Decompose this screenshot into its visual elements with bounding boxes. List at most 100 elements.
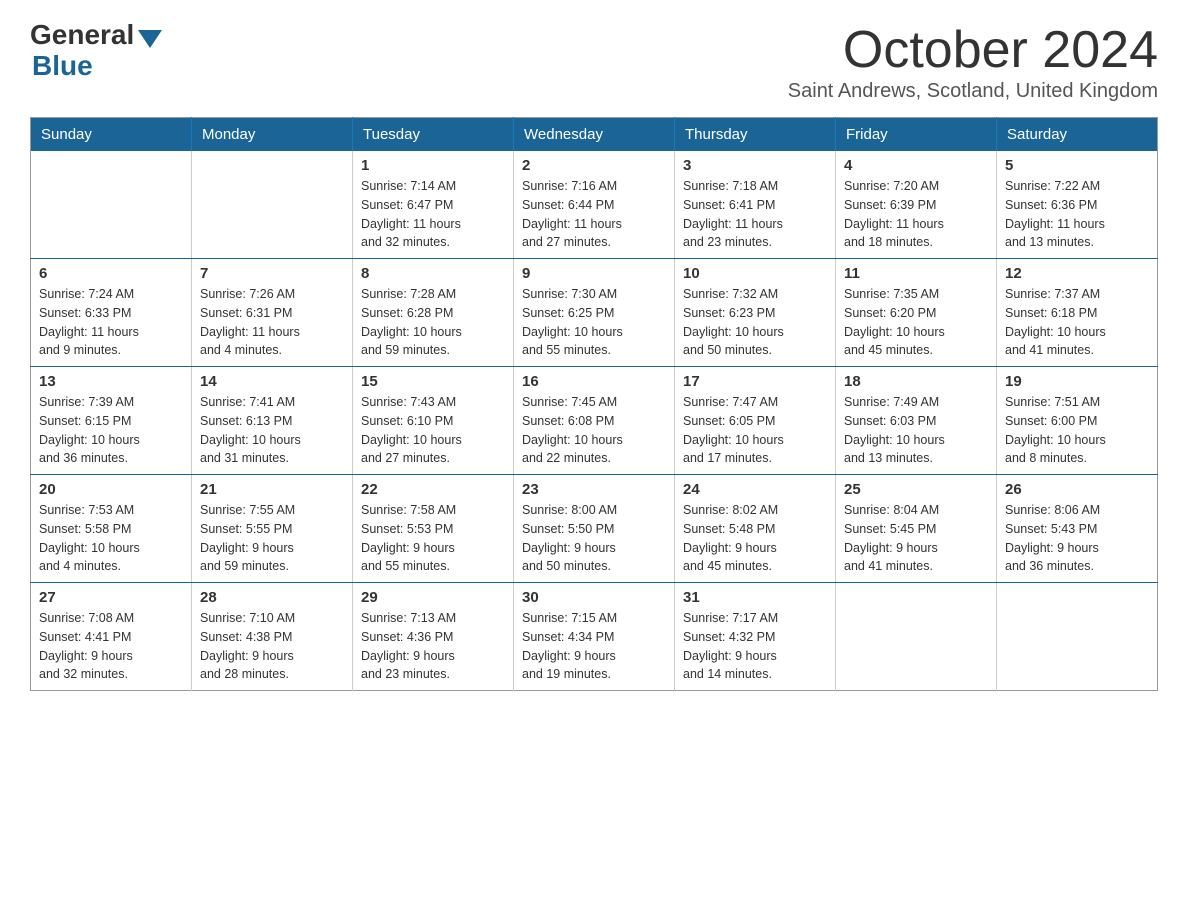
calendar-cell: 9 Sunrise: 7:30 AMSunset: 6:25 PMDaylight… xyxy=(514,259,675,367)
logo: General Blue xyxy=(30,20,162,82)
logo-arrow-icon xyxy=(138,30,162,48)
calendar-header-saturday: Saturday xyxy=(997,118,1158,152)
day-info: Sunrise: 7:30 AMSunset: 6:25 PMDaylight:… xyxy=(522,285,666,360)
day-info: Sunrise: 7:15 AMSunset: 4:34 PMDaylight:… xyxy=(522,609,666,684)
day-info: Sunrise: 8:00 AMSunset: 5:50 PMDaylight:… xyxy=(522,501,666,576)
day-info: Sunrise: 7:41 AMSunset: 6:13 PMDaylight:… xyxy=(200,393,344,468)
calendar-cell: 17Sunrise: 7:47 AMSunset: 6:05 PMDayligh… xyxy=(675,367,836,475)
calendar-cell: 12 Sunrise: 7:37 AMSunset: 6:18 PMDayligh… xyxy=(997,259,1158,367)
calendar-cell: 4Sunrise: 7:20 AMSunset: 6:39 PMDaylight… xyxy=(836,151,997,259)
day-info: Sunrise: 7:39 AMSunset: 6:15 PMDaylight:… xyxy=(39,393,183,468)
day-info: Sunrise: 7:24 AMSunset: 6:33 PMDaylight:… xyxy=(39,285,183,360)
calendar-cell: 26Sunrise: 8:06 AMSunset: 5:43 PMDayligh… xyxy=(997,475,1158,583)
calendar-cell: 8 Sunrise: 7:28 AMSunset: 6:28 PMDaylight… xyxy=(353,259,514,367)
calendar-header-sunday: Sunday xyxy=(31,118,192,152)
calendar-header-thursday: Thursday xyxy=(675,118,836,152)
day-number: 19 xyxy=(1005,373,1149,390)
calendar-cell: 18 Sunrise: 7:49 AMSunset: 6:03 PMDayligh… xyxy=(836,367,997,475)
calendar-cell: 24 Sunrise: 8:02 AMSunset: 5:48 PMDayligh… xyxy=(675,475,836,583)
day-info: Sunrise: 7:16 AMSunset: 6:44 PMDaylight:… xyxy=(522,177,666,252)
calendar-cell: 29Sunrise: 7:13 AMSunset: 4:36 PMDayligh… xyxy=(353,583,514,691)
day-number: 22 xyxy=(361,481,505,498)
day-number: 25 xyxy=(844,481,988,498)
day-info: Sunrise: 7:49 AMSunset: 6:03 PMDaylight:… xyxy=(844,393,988,468)
day-info: Sunrise: 7:35 AMSunset: 6:20 PMDaylight:… xyxy=(844,285,988,360)
calendar-cell: 5 Sunrise: 7:22 AMSunset: 6:36 PMDaylight… xyxy=(997,151,1158,259)
calendar-cell: 3 Sunrise: 7:18 AMSunset: 6:41 PMDaylight… xyxy=(675,151,836,259)
day-number: 5 xyxy=(1005,157,1149,174)
calendar-header-monday: Monday xyxy=(192,118,353,152)
day-info: Sunrise: 7:55 AMSunset: 5:55 PMDaylight:… xyxy=(200,501,344,576)
calendar-cell: 27Sunrise: 7:08 AMSunset: 4:41 PMDayligh… xyxy=(31,583,192,691)
day-number: 1 xyxy=(361,157,505,174)
calendar-cell: 19 Sunrise: 7:51 AMSunset: 6:00 PMDayligh… xyxy=(997,367,1158,475)
calendar: SundayMondayTuesdayWednesdayThursdayFrid… xyxy=(30,117,1158,691)
day-info: Sunrise: 7:45 AMSunset: 6:08 PMDaylight:… xyxy=(522,393,666,468)
calendar-cell: 1 Sunrise: 7:14 AMSunset: 6:47 PMDaylight… xyxy=(353,151,514,259)
day-info: Sunrise: 7:26 AMSunset: 6:31 PMDaylight:… xyxy=(200,285,344,360)
day-number: 8 xyxy=(361,265,505,282)
day-number: 20 xyxy=(39,481,183,498)
calendar-cell: 31 Sunrise: 7:17 AMSunset: 4:32 PMDayligh… xyxy=(675,583,836,691)
location-title: Saint Andrews, Scotland, United Kingdom xyxy=(788,80,1158,103)
calendar-week-1: 1 Sunrise: 7:14 AMSunset: 6:47 PMDaylight… xyxy=(31,151,1158,259)
calendar-header-row: SundayMondayTuesdayWednesdayThursdayFrid… xyxy=(31,118,1158,152)
calendar-cell: 20 Sunrise: 7:53 AMSunset: 5:58 PMDayligh… xyxy=(31,475,192,583)
day-number: 7 xyxy=(200,265,344,282)
day-info: Sunrise: 7:58 AMSunset: 5:53 PMDaylight:… xyxy=(361,501,505,576)
calendar-cell: 28 Sunrise: 7:10 AMSunset: 4:38 PMDayligh… xyxy=(192,583,353,691)
calendar-header-friday: Friday xyxy=(836,118,997,152)
month-title: October 2024 xyxy=(788,20,1158,80)
calendar-week-5: 27Sunrise: 7:08 AMSunset: 4:41 PMDayligh… xyxy=(31,583,1158,691)
day-number: 18 xyxy=(844,373,988,390)
day-number: 10 xyxy=(683,265,827,282)
calendar-week-3: 13 Sunrise: 7:39 AMSunset: 6:15 PMDayligh… xyxy=(31,367,1158,475)
day-number: 31 xyxy=(683,589,827,606)
calendar-header-tuesday: Tuesday xyxy=(353,118,514,152)
day-number: 28 xyxy=(200,589,344,606)
day-info: Sunrise: 7:20 AMSunset: 6:39 PMDaylight:… xyxy=(844,177,988,252)
calendar-cell: 14Sunrise: 7:41 AMSunset: 6:13 PMDayligh… xyxy=(192,367,353,475)
day-number: 12 xyxy=(1005,265,1149,282)
day-number: 17 xyxy=(683,373,827,390)
calendar-cell xyxy=(31,151,192,259)
calendar-cell xyxy=(997,583,1158,691)
logo-blue-text: Blue xyxy=(32,50,93,81)
day-number: 9 xyxy=(522,265,666,282)
day-number: 3 xyxy=(683,157,827,174)
calendar-cell: 30 Sunrise: 7:15 AMSunset: 4:34 PMDayligh… xyxy=(514,583,675,691)
day-number: 29 xyxy=(361,589,505,606)
calendar-cell: 6 Sunrise: 7:24 AMSunset: 6:33 PMDaylight… xyxy=(31,259,192,367)
day-number: 13 xyxy=(39,373,183,390)
calendar-cell xyxy=(836,583,997,691)
day-info: Sunrise: 7:28 AMSunset: 6:28 PMDaylight:… xyxy=(361,285,505,360)
day-info: Sunrise: 7:53 AMSunset: 5:58 PMDaylight:… xyxy=(39,501,183,576)
day-info: Sunrise: 8:02 AMSunset: 5:48 PMDaylight:… xyxy=(683,501,827,576)
day-number: 6 xyxy=(39,265,183,282)
calendar-cell: 11Sunrise: 7:35 AMSunset: 6:20 PMDayligh… xyxy=(836,259,997,367)
day-number: 21 xyxy=(200,481,344,498)
day-info: Sunrise: 7:14 AMSunset: 6:47 PMDaylight:… xyxy=(361,177,505,252)
day-info: Sunrise: 7:08 AMSunset: 4:41 PMDaylight:… xyxy=(39,609,183,684)
day-number: 2 xyxy=(522,157,666,174)
calendar-cell: 7 Sunrise: 7:26 AMSunset: 6:31 PMDaylight… xyxy=(192,259,353,367)
day-info: Sunrise: 7:32 AMSunset: 6:23 PMDaylight:… xyxy=(683,285,827,360)
day-info: Sunrise: 7:51 AMSunset: 6:00 PMDaylight:… xyxy=(1005,393,1149,468)
calendar-cell: 23 Sunrise: 8:00 AMSunset: 5:50 PMDayligh… xyxy=(514,475,675,583)
calendar-week-2: 6 Sunrise: 7:24 AMSunset: 6:33 PMDaylight… xyxy=(31,259,1158,367)
day-info: Sunrise: 7:17 AMSunset: 4:32 PMDaylight:… xyxy=(683,609,827,684)
day-number: 23 xyxy=(522,481,666,498)
day-number: 26 xyxy=(1005,481,1149,498)
calendar-cell: 13 Sunrise: 7:39 AMSunset: 6:15 PMDayligh… xyxy=(31,367,192,475)
day-info: Sunrise: 7:10 AMSunset: 4:38 PMDaylight:… xyxy=(200,609,344,684)
day-info: Sunrise: 7:18 AMSunset: 6:41 PMDaylight:… xyxy=(683,177,827,252)
calendar-cell: 16Sunrise: 7:45 AMSunset: 6:08 PMDayligh… xyxy=(514,367,675,475)
day-info: Sunrise: 7:37 AMSunset: 6:18 PMDaylight:… xyxy=(1005,285,1149,360)
day-number: 15 xyxy=(361,373,505,390)
calendar-cell: 15Sunrise: 7:43 AMSunset: 6:10 PMDayligh… xyxy=(353,367,514,475)
calendar-cell: 21 Sunrise: 7:55 AMSunset: 5:55 PMDayligh… xyxy=(192,475,353,583)
day-number: 24 xyxy=(683,481,827,498)
calendar-cell: 25Sunrise: 8:04 AMSunset: 5:45 PMDayligh… xyxy=(836,475,997,583)
day-number: 30 xyxy=(522,589,666,606)
day-info: Sunrise: 7:22 AMSunset: 6:36 PMDaylight:… xyxy=(1005,177,1149,252)
